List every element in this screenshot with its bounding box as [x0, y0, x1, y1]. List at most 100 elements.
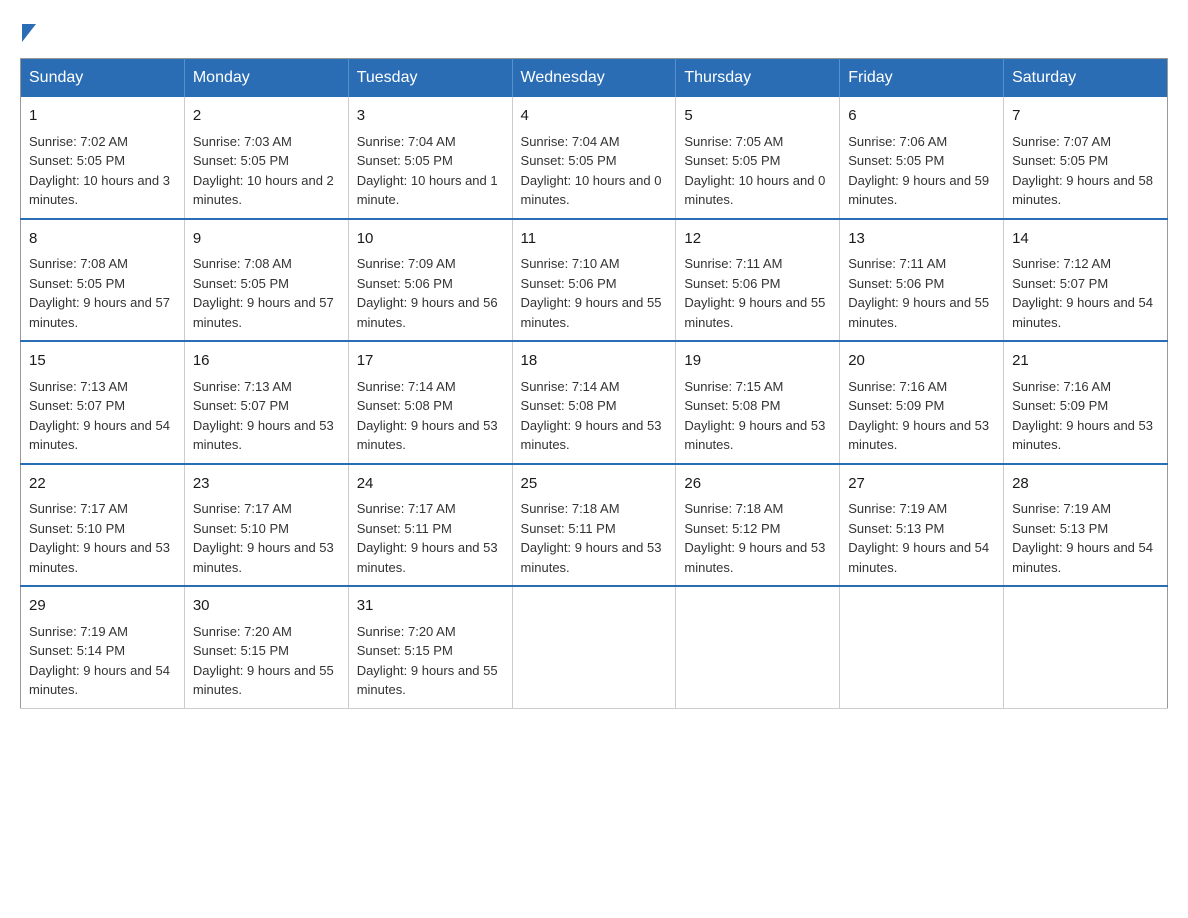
day-number: 30 [193, 595, 340, 618]
day-cell-12: 12Sunrise: 7:11 AMSunset: 5:06 PMDayligh… [676, 219, 840, 342]
day-number: 4 [521, 105, 668, 128]
day-daylight: Daylight: 9 hours and 53 minutes. [521, 418, 662, 453]
day-number: 8 [29, 228, 176, 251]
day-number: 20 [848, 350, 995, 373]
weekday-header-wednesday: Wednesday [512, 59, 676, 98]
day-cell-21: 21Sunrise: 7:16 AMSunset: 5:09 PMDayligh… [1004, 341, 1168, 464]
day-number: 28 [1012, 473, 1159, 496]
day-cell-22: 22Sunrise: 7:17 AMSunset: 5:10 PMDayligh… [21, 464, 185, 587]
day-daylight: Daylight: 9 hours and 54 minutes. [1012, 295, 1153, 330]
day-number: 13 [848, 228, 995, 251]
day-number: 6 [848, 105, 995, 128]
day-daylight: Daylight: 9 hours and 54 minutes. [29, 663, 170, 698]
day-number: 24 [357, 473, 504, 496]
day-cell-2: 2Sunrise: 7:03 AMSunset: 5:05 PMDaylight… [184, 97, 348, 219]
empty-cell [676, 586, 840, 708]
day-daylight: Daylight: 9 hours and 53 minutes. [357, 418, 498, 453]
weekday-header-saturday: Saturday [1004, 59, 1168, 98]
day-sunset: Sunset: 5:09 PM [848, 398, 944, 413]
day-number: 10 [357, 228, 504, 251]
day-cell-3: 3Sunrise: 7:04 AMSunset: 5:05 PMDaylight… [348, 97, 512, 219]
day-sunrise: Sunrise: 7:02 AM [29, 134, 128, 149]
day-sunset: Sunset: 5:15 PM [193, 643, 289, 658]
day-number: 1 [29, 105, 176, 128]
day-sunrise: Sunrise: 7:16 AM [1012, 379, 1111, 394]
day-sunset: Sunset: 5:05 PM [29, 153, 125, 168]
day-sunset: Sunset: 5:05 PM [193, 153, 289, 168]
day-number: 26 [684, 473, 831, 496]
day-sunrise: Sunrise: 7:13 AM [29, 379, 128, 394]
day-sunrise: Sunrise: 7:04 AM [521, 134, 620, 149]
day-sunrise: Sunrise: 7:17 AM [193, 501, 292, 516]
day-daylight: Daylight: 9 hours and 56 minutes. [357, 295, 498, 330]
weekday-header-row: SundayMondayTuesdayWednesdayThursdayFrid… [21, 59, 1168, 98]
day-daylight: Daylight: 10 hours and 2 minutes. [193, 173, 334, 208]
day-cell-19: 19Sunrise: 7:15 AMSunset: 5:08 PMDayligh… [676, 341, 840, 464]
day-number: 16 [193, 350, 340, 373]
day-sunset: Sunset: 5:05 PM [684, 153, 780, 168]
day-daylight: Daylight: 9 hours and 59 minutes. [848, 173, 989, 208]
week-row-3: 15Sunrise: 7:13 AMSunset: 5:07 PMDayligh… [21, 341, 1168, 464]
day-sunset: Sunset: 5:08 PM [521, 398, 617, 413]
day-sunset: Sunset: 5:13 PM [1012, 521, 1108, 536]
day-sunset: Sunset: 5:12 PM [684, 521, 780, 536]
day-cell-11: 11Sunrise: 7:10 AMSunset: 5:06 PMDayligh… [512, 219, 676, 342]
day-daylight: Daylight: 9 hours and 54 minutes. [1012, 540, 1153, 575]
day-number: 14 [1012, 228, 1159, 251]
day-sunset: Sunset: 5:14 PM [29, 643, 125, 658]
day-daylight: Daylight: 9 hours and 55 minutes. [521, 295, 662, 330]
day-number: 7 [1012, 105, 1159, 128]
weekday-header-sunday: Sunday [21, 59, 185, 98]
day-cell-10: 10Sunrise: 7:09 AMSunset: 5:06 PMDayligh… [348, 219, 512, 342]
empty-cell [512, 586, 676, 708]
weekday-header-friday: Friday [840, 59, 1004, 98]
day-number: 17 [357, 350, 504, 373]
day-daylight: Daylight: 9 hours and 53 minutes. [193, 540, 334, 575]
week-row-4: 22Sunrise: 7:17 AMSunset: 5:10 PMDayligh… [21, 464, 1168, 587]
day-daylight: Daylight: 9 hours and 53 minutes. [684, 418, 825, 453]
day-cell-7: 7Sunrise: 7:07 AMSunset: 5:05 PMDaylight… [1004, 97, 1168, 219]
day-cell-6: 6Sunrise: 7:06 AMSunset: 5:05 PMDaylight… [840, 97, 1004, 219]
day-daylight: Daylight: 9 hours and 53 minutes. [1012, 418, 1153, 453]
day-daylight: Daylight: 10 hours and 0 minutes. [684, 173, 825, 208]
day-sunrise: Sunrise: 7:20 AM [357, 624, 456, 639]
day-cell-14: 14Sunrise: 7:12 AMSunset: 5:07 PMDayligh… [1004, 219, 1168, 342]
day-cell-1: 1Sunrise: 7:02 AMSunset: 5:05 PMDaylight… [21, 97, 185, 219]
day-daylight: Daylight: 9 hours and 58 minutes. [1012, 173, 1153, 208]
day-sunrise: Sunrise: 7:18 AM [521, 501, 620, 516]
weekday-header-thursday: Thursday [676, 59, 840, 98]
day-sunset: Sunset: 5:05 PM [193, 276, 289, 291]
day-sunset: Sunset: 5:06 PM [684, 276, 780, 291]
day-sunrise: Sunrise: 7:03 AM [193, 134, 292, 149]
day-sunrise: Sunrise: 7:18 AM [684, 501, 783, 516]
day-cell-9: 9Sunrise: 7:08 AMSunset: 5:05 PMDaylight… [184, 219, 348, 342]
day-sunrise: Sunrise: 7:17 AM [357, 501, 456, 516]
day-sunrise: Sunrise: 7:20 AM [193, 624, 292, 639]
day-sunset: Sunset: 5:13 PM [848, 521, 944, 536]
day-number: 25 [521, 473, 668, 496]
day-sunset: Sunset: 5:11 PM [357, 521, 452, 536]
day-sunrise: Sunrise: 7:06 AM [848, 134, 947, 149]
day-daylight: Daylight: 9 hours and 55 minutes. [684, 295, 825, 330]
day-daylight: Daylight: 9 hours and 55 minutes. [193, 663, 334, 698]
day-cell-15: 15Sunrise: 7:13 AMSunset: 5:07 PMDayligh… [21, 341, 185, 464]
day-sunrise: Sunrise: 7:10 AM [521, 256, 620, 271]
day-daylight: Daylight: 9 hours and 55 minutes. [848, 295, 989, 330]
day-number: 29 [29, 595, 176, 618]
day-cell-4: 4Sunrise: 7:04 AMSunset: 5:05 PMDaylight… [512, 97, 676, 219]
day-sunrise: Sunrise: 7:14 AM [357, 379, 456, 394]
day-sunrise: Sunrise: 7:17 AM [29, 501, 128, 516]
day-number: 3 [357, 105, 504, 128]
day-daylight: Daylight: 9 hours and 53 minutes. [521, 540, 662, 575]
day-number: 19 [684, 350, 831, 373]
day-number: 15 [29, 350, 176, 373]
day-cell-20: 20Sunrise: 7:16 AMSunset: 5:09 PMDayligh… [840, 341, 1004, 464]
logo-arrow-icon [22, 24, 36, 42]
day-sunrise: Sunrise: 7:12 AM [1012, 256, 1111, 271]
day-sunrise: Sunrise: 7:09 AM [357, 256, 456, 271]
day-sunset: Sunset: 5:08 PM [357, 398, 453, 413]
day-sunset: Sunset: 5:06 PM [521, 276, 617, 291]
day-sunrise: Sunrise: 7:15 AM [684, 379, 783, 394]
day-cell-5: 5Sunrise: 7:05 AMSunset: 5:05 PMDaylight… [676, 97, 840, 219]
day-daylight: Daylight: 9 hours and 54 minutes. [848, 540, 989, 575]
